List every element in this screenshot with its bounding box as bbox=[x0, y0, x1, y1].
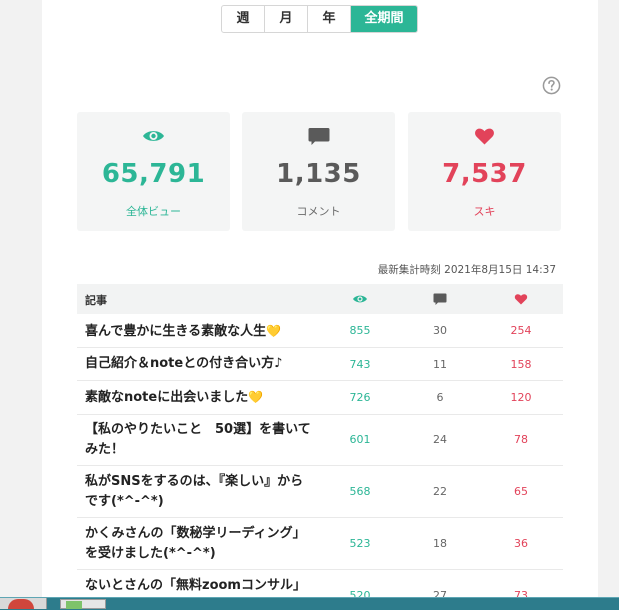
heart-icon bbox=[514, 294, 528, 305]
start-orb-icon bbox=[8, 599, 34, 609]
yellow-heart-icon: 💛 bbox=[248, 390, 264, 404]
comment-icon bbox=[433, 293, 447, 305]
heart-icon bbox=[475, 128, 494, 145]
row-views: 855 bbox=[349, 324, 371, 337]
row-likes: 158 bbox=[510, 358, 532, 371]
article-title[interactable]: 自己紹介＆noteとの付き合い方♪ bbox=[85, 354, 315, 374]
table-row[interactable]: かくみさんの「数秘学リーディング」を受けました(*^-^*) 523 18 36 bbox=[77, 518, 563, 570]
views-total: 65,791 bbox=[101, 159, 206, 189]
help-icon[interactable] bbox=[542, 76, 561, 95]
row-views: 601 bbox=[349, 433, 371, 446]
row-likes: 78 bbox=[514, 433, 528, 446]
row-views: 520 bbox=[349, 589, 371, 597]
table-header: 記事 bbox=[77, 284, 563, 314]
row-views: 523 bbox=[349, 537, 371, 550]
article-title[interactable]: かくみさんの「数秘学リーディング」を受けました(*^-^*) bbox=[85, 524, 315, 564]
row-likes: 65 bbox=[514, 485, 528, 498]
table-row[interactable]: 自己紹介＆noteとの付き合い方♪ 743 11 158 bbox=[77, 348, 563, 381]
article-title[interactable]: ないとさんの「無料zoomコンサル」 bbox=[85, 576, 315, 596]
row-comments: 30 bbox=[433, 324, 447, 337]
likes-label: スキ bbox=[473, 205, 496, 218]
article-title[interactable]: 【私のやりたいこと 50選】を書いてみた！ bbox=[85, 420, 315, 460]
tab-week[interactable]: 週 bbox=[222, 6, 265, 32]
tab-year[interactable]: 年 bbox=[308, 6, 351, 32]
table-row[interactable]: 素敵なnoteに出会いました💛 726 6 120 bbox=[77, 381, 563, 415]
tab-all-time[interactable]: 全期間 bbox=[351, 6, 417, 32]
comments-label: コメント bbox=[296, 205, 341, 218]
row-likes: 120 bbox=[510, 391, 532, 404]
column-title: 記事 bbox=[85, 294, 107, 307]
table-row[interactable]: 喜んで豊かに生きる素敵な人生💛 855 30 254 bbox=[77, 314, 563, 348]
comment-icon bbox=[308, 128, 330, 145]
row-likes: 36 bbox=[514, 537, 528, 550]
last-updated: 最新集計時刻 2021年8月15日 14:37 bbox=[377, 264, 556, 276]
comments-total: 1,135 bbox=[276, 159, 361, 189]
start-button[interactable] bbox=[0, 598, 47, 609]
period-tabs: 週 月 年 全期間 bbox=[221, 5, 418, 33]
views-label: 全体ビュー bbox=[126, 205, 181, 218]
row-views: 743 bbox=[349, 358, 371, 371]
eye-icon bbox=[353, 295, 367, 303]
likes-card: 7,537 スキ bbox=[408, 112, 561, 231]
row-comments: 6 bbox=[436, 391, 444, 404]
eye-icon bbox=[143, 131, 164, 141]
app-icon bbox=[66, 601, 82, 609]
article-title[interactable]: 喜んで豊かに生きる素敵な人生💛 bbox=[85, 321, 315, 342]
views-card: 65,791 全体ビュー bbox=[77, 112, 230, 231]
row-likes: 254 bbox=[510, 324, 532, 337]
row-views: 568 bbox=[349, 485, 371, 498]
yellow-heart-icon: 💛 bbox=[266, 324, 282, 338]
row-comments: 24 bbox=[433, 433, 447, 446]
table-row[interactable]: 【私のやりたいこと 50選】を書いてみた！ 601 24 78 bbox=[77, 415, 563, 466]
article-title[interactable]: 素敵なnoteに出会いました💛 bbox=[85, 387, 315, 408]
row-views: 726 bbox=[349, 391, 371, 404]
comments-card: 1,135 コメント bbox=[242, 112, 395, 231]
table-row[interactable]: 私がSNSをするのは、『楽しい』からです(*^-^*) 568 22 65 bbox=[77, 466, 563, 518]
table-row[interactable]: ないとさんの「無料zoomコンサル」 520 27 73 bbox=[77, 570, 563, 597]
row-comments: 22 bbox=[433, 485, 447, 498]
likes-total: 7,537 bbox=[442, 159, 527, 189]
row-likes: 73 bbox=[514, 589, 528, 597]
article-title[interactable]: 私がSNSをするのは、『楽しい』からです(*^-^*) bbox=[85, 472, 315, 512]
row-comments: 11 bbox=[433, 358, 447, 371]
row-comments: 27 bbox=[433, 589, 447, 597]
tab-month[interactable]: 月 bbox=[265, 6, 308, 32]
row-comments: 18 bbox=[433, 537, 447, 550]
